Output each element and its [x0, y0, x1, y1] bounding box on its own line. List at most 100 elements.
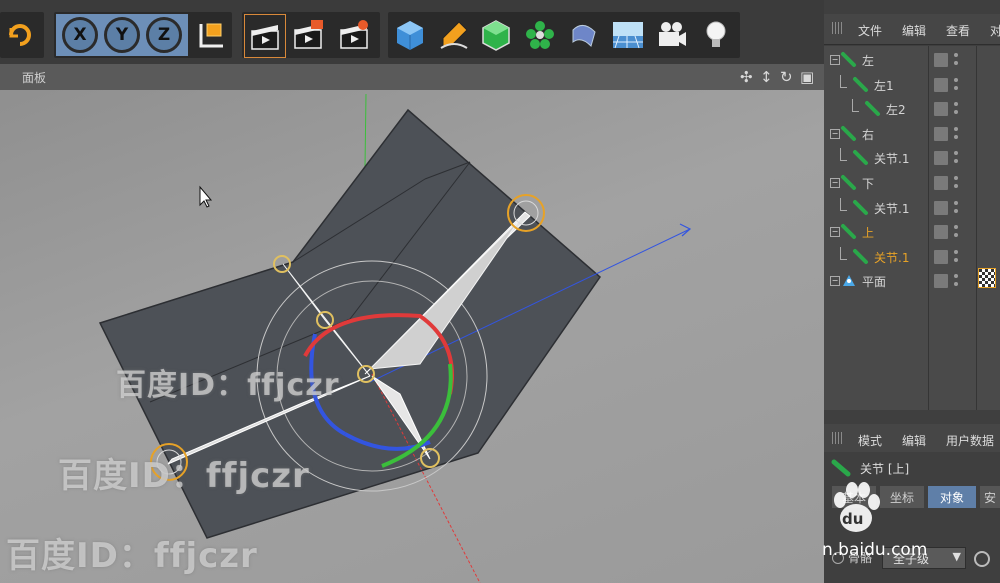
baidu-logo-icon: du — [826, 478, 886, 538]
light-button[interactable] — [696, 14, 736, 56]
visibility-dot-render[interactable] — [954, 233, 958, 238]
tree-row[interactable]: − 上 — [824, 220, 1000, 244]
visibility-dot-render[interactable] — [954, 110, 958, 115]
visibility-dot-render[interactable] — [954, 184, 958, 188]
tree-row-label: 左 — [862, 54, 875, 68]
tree-expand-icon[interactable]: − — [830, 178, 840, 188]
subdivision-surface-button[interactable] — [476, 14, 516, 56]
visibility-dot-editor[interactable] — [954, 200, 958, 205]
joint-icon — [853, 248, 868, 264]
tree-row[interactable]: 左2 — [824, 97, 1000, 121]
visibility-dot-editor[interactable] — [954, 126, 958, 131]
tree-row[interactable]: 关节.1 — [824, 196, 1000, 220]
attribute-object-name: 关节 [上] — [860, 462, 910, 476]
visibility-dot-render[interactable] — [954, 208, 958, 213]
render-view-button[interactable] — [244, 14, 286, 58]
light-bulb-icon — [706, 21, 726, 47]
tab-safety[interactable]: 安 — [980, 486, 1000, 508]
chevron-down-icon: ▼ — [952, 550, 961, 563]
visibility-dot-editor[interactable] — [954, 102, 958, 107]
object-manager-grip-icon[interactable] — [832, 22, 844, 34]
clapperboard-gear-icon — [340, 20, 368, 49]
render-settings-button[interactable] — [334, 14, 374, 56]
coordinate-system-button[interactable] — [190, 14, 230, 56]
object-manager-menu-bar: 文件 编辑 查看 对 — [824, 14, 1000, 45]
attribute-menu-user-data[interactable]: 用户数据 — [946, 432, 994, 449]
bone-keyframe-radio[interactable] — [974, 551, 990, 567]
pen-spline-button[interactable] — [434, 14, 474, 56]
object-manager-menu-object[interactable]: 对 — [990, 22, 1000, 39]
tree-row[interactable]: − 下 — [824, 171, 1000, 195]
tree-tag-icon[interactable] — [934, 200, 948, 215]
object-manager-menu-edit[interactable]: 编辑 — [902, 22, 926, 39]
plane-object-icon — [843, 275, 855, 287]
tree-row[interactable]: 关节.1 — [824, 146, 1000, 170]
axis-x-lock-button[interactable]: X — [60, 14, 100, 56]
tree-tag-icon[interactable] — [934, 225, 948, 240]
perspective-viewport[interactable]: 面板 ✣ ↕ ↻ ▣ 百度ID：ffjczr 百度ID：ffjczr 百度ID：… — [0, 64, 824, 583]
tree-tag-icon[interactable] — [934, 77, 948, 92]
tree-tag-icon[interactable] — [934, 126, 948, 141]
joint-icon — [865, 101, 880, 117]
visibility-dot-editor[interactable] — [954, 249, 958, 254]
object-manager-menu-file[interactable]: 文件 — [858, 22, 882, 39]
tree-expand-icon[interactable]: − — [830, 276, 840, 287]
tree-tag-icon[interactable] — [934, 102, 948, 117]
joint-icon — [853, 76, 868, 92]
tree-row[interactable]: 左1 — [824, 73, 1000, 97]
tree-connector-icon — [840, 74, 847, 88]
tool-group-transform — [0, 12, 44, 58]
object-manager-menu-view[interactable]: 查看 — [946, 22, 970, 39]
floor-button[interactable] — [608, 14, 648, 56]
visibility-dot-render[interactable] — [954, 85, 958, 90]
rotate-icon — [9, 24, 31, 46]
tree-row-label: 关节.1 — [874, 250, 910, 265]
tree-tag-icon[interactable] — [934, 151, 948, 166]
visibility-dot-editor[interactable] — [954, 77, 958, 82]
joint-icon — [841, 52, 856, 67]
pen-icon — [440, 21, 468, 49]
tree-row[interactable]: − 平面 — [824, 269, 1000, 293]
tab-object[interactable]: 对象 — [928, 486, 976, 508]
tree-expand-icon[interactable]: − — [830, 128, 840, 139]
camera-button[interactable] — [652, 14, 692, 56]
axis-z-lock-button[interactable]: Z — [144, 14, 184, 56]
visibility-dot-editor[interactable] — [954, 176, 958, 180]
attribute-menu-mode[interactable]: 模式 — [858, 432, 882, 449]
tree-row[interactable]: − 左 — [824, 48, 1000, 72]
watermark-text-1: 百度ID：ffjczr — [116, 368, 340, 403]
tag-checker-icon[interactable] — [978, 268, 996, 288]
cloner-button[interactable] — [520, 14, 560, 56]
attribute-manager-menu-bar: 模式 编辑 用户数据 — [824, 424, 1000, 452]
attribute-manager-grip-icon[interactable] — [832, 432, 844, 444]
tree-connector-icon — [852, 99, 859, 113]
tree-connector-icon — [840, 148, 847, 162]
tree-row-label: 下 — [862, 177, 875, 191]
tree-tag-icon[interactable] — [934, 53, 948, 67]
visibility-dot-render[interactable] — [954, 159, 958, 164]
tree-tag-icon[interactable] — [934, 176, 948, 190]
render-to-picture-viewer-button[interactable] — [288, 14, 328, 56]
joint-icon — [853, 150, 868, 166]
tree-expand-icon[interactable]: − — [830, 55, 840, 65]
visibility-dot-render[interactable] — [954, 61, 958, 65]
tree-expand-icon[interactable]: − — [830, 227, 840, 238]
visibility-dot-editor[interactable] — [954, 53, 958, 57]
tree-row[interactable]: − 右 — [824, 122, 1000, 146]
tree-tag-icon[interactable] — [934, 274, 948, 289]
visibility-dot-render[interactable] — [954, 257, 958, 262]
tab-coordinates[interactable]: 坐标 — [880, 486, 924, 508]
deformer-button[interactable] — [564, 14, 604, 56]
visibility-dot-render[interactable] — [954, 282, 958, 287]
visibility-dot-render[interactable] — [954, 134, 958, 139]
axis-y-lock-button[interactable]: Y — [102, 14, 142, 56]
cube-button[interactable] — [390, 14, 430, 56]
attribute-menu-edit[interactable]: 编辑 — [902, 432, 926, 449]
rotate-tool-button[interactable] — [0, 14, 40, 56]
visibility-dot-editor[interactable] — [954, 274, 958, 279]
tree-row[interactable]: 关节.1 — [824, 245, 1000, 269]
visibility-dot-editor[interactable] — [954, 225, 958, 230]
tree-tag-icon[interactable] — [934, 249, 948, 264]
watermark-site: n.baidu.com — [822, 540, 928, 560]
visibility-dot-editor[interactable] — [954, 151, 958, 156]
